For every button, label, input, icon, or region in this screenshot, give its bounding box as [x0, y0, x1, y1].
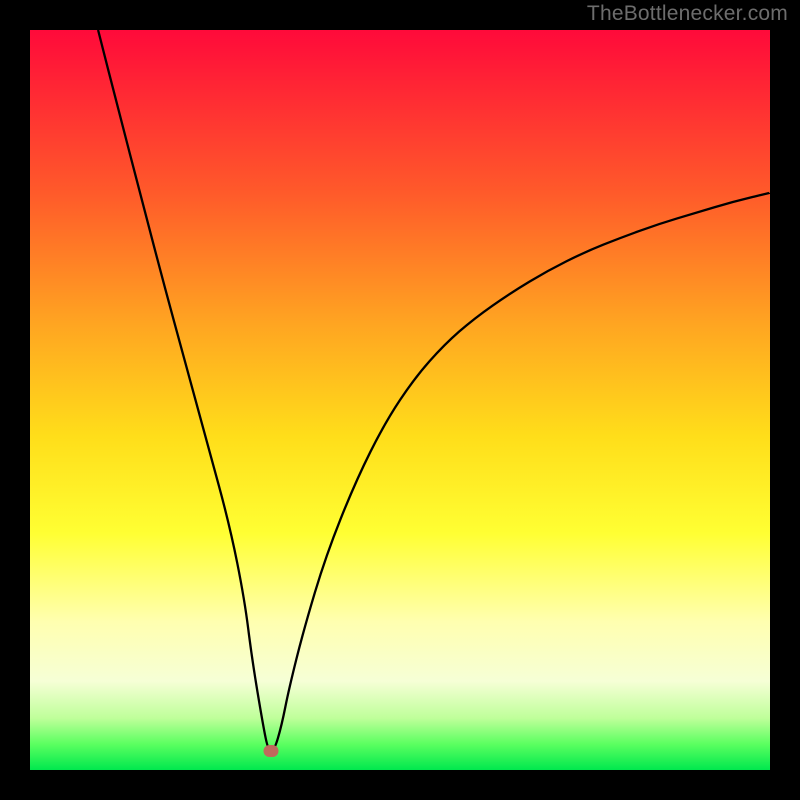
- outer-frame: TheBottlenecker.com: [0, 0, 800, 800]
- chart-plot-area: [30, 30, 770, 770]
- optimal-point-marker: [264, 745, 279, 757]
- bottleneck-curve: [30, 30, 770, 770]
- watermark-text: TheBottlenecker.com: [587, 2, 788, 26]
